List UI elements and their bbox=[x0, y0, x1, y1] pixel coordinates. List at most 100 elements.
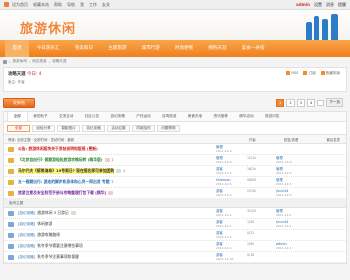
top-link-help[interactable]: 帮助 bbox=[54, 2, 62, 8]
filter-event[interactable]: 活动召集 bbox=[107, 124, 130, 132]
next-page-button[interactable]: 下一页 bbox=[326, 98, 343, 107]
thread-pages[interactable]: 2 bbox=[112, 180, 114, 184]
subscribe-link[interactable]: 订阅 bbox=[303, 71, 316, 76]
last-post-date: 2011-12-1 bbox=[276, 224, 292, 229]
thread-title[interactable]: 马尔代夫《醉美海岛》19号周日? 现在报名即可参加团购 bbox=[18, 168, 115, 174]
favorite-forum-link[interactable]: 收藏本版 bbox=[320, 71, 340, 76]
category-tabs: 全部 我的帖子 交流互动 社区公告 游记攻略 户外运动 自驾旅游 美食天地 资讯… bbox=[3, 111, 347, 122]
crumb-3[interactable]: 攻略天涯 bbox=[52, 59, 66, 64]
thread-date: 2011-12-6 bbox=[216, 160, 232, 165]
tab-qa[interactable]: 旅游问答 bbox=[259, 112, 285, 121]
thread-reply-count: 9/800 bbox=[247, 178, 257, 182]
crumb-2[interactable]: 网友旅游 bbox=[32, 59, 46, 64]
thread-separator: 版块主题 bbox=[4, 199, 346, 208]
thread-title[interactable]: 休闲旅游 bbox=[37, 221, 52, 227]
tab-notice[interactable]: 社区公告 bbox=[79, 112, 105, 121]
top-link-sethome[interactable]: 设为首页 bbox=[12, 2, 28, 8]
filter-help[interactable]: 问题帮助 bbox=[157, 124, 180, 132]
home-icon[interactable] bbox=[4, 2, 9, 7]
nav-today[interactable]: 今日游乐汇 bbox=[29, 40, 67, 57]
page-2[interactable]: 2 bbox=[286, 98, 295, 107]
tab-events[interactable]: 精华活动 bbox=[234, 112, 260, 121]
tab-food[interactable]: 美食天地 bbox=[182, 112, 208, 121]
thread-title[interactable]: 旅游注意及安全防范手册与攻略整理打包下载 [精华] bbox=[18, 190, 106, 196]
nav-horizon[interactable]: 拥抱天涯 bbox=[201, 40, 234, 57]
filter-share[interactable]: 经验分享 bbox=[32, 124, 55, 132]
pinned-thread-icon bbox=[8, 168, 14, 174]
thread-row[interactable]: 公告: 旅游休闲版块关于发帖说明和版规 (更新) 管理 2011-12-9 bbox=[4, 144, 346, 155]
forum-name: 攻略天涯 bbox=[8, 72, 26, 77]
thread-type-link[interactable]: [游记攻略] bbox=[18, 244, 35, 249]
thread-title[interactable]: 秋冬季节需要注意哪些事项 bbox=[37, 243, 83, 249]
tab-travelogue[interactable]: 游记攻略 bbox=[105, 112, 131, 121]
nav-city[interactable]: 城市行游 bbox=[134, 40, 167, 57]
top-messages-link[interactable]: 消息 bbox=[326, 2, 334, 8]
filter-photo[interactable]: 摄影图片 bbox=[57, 124, 80, 132]
page-jump-input[interactable] bbox=[317, 99, 325, 106]
top-link-me[interactable]: 我 bbox=[80, 2, 84, 8]
forum-info: 攻略天涯 今日: 4 版主: 作者 RSS 订阅 收藏本版 bbox=[3, 67, 347, 92]
thread-row[interactable]: [游记攻略] 秋冬季节注意事项和保健 游客 2011-11-30 0/18 bbox=[4, 252, 346, 263]
thread-type-link[interactable]: [游记攻略] bbox=[18, 222, 35, 227]
page-4[interactable]: 4 bbox=[306, 98, 316, 107]
thread-title[interactable]: 五一假期出行: 游走的脚步和身体和心灵一同出发 专题 bbox=[18, 179, 110, 185]
thread-row[interactable]: [游记攻略] 旅游攻略路线 游客 2011-12-1 0/22 bbox=[4, 230, 346, 241]
thread-date: 2011-12-9 bbox=[216, 149, 232, 154]
top-link-friends[interactable]: 友关 bbox=[102, 2, 110, 8]
page-3[interactable]: 3 bbox=[296, 98, 305, 107]
last-post-date: 2011-12-3 bbox=[276, 193, 292, 198]
tab-mine[interactable]: 我的帖子 bbox=[28, 112, 54, 121]
thread-title[interactable]: 《北京自由行》假期游轻松旅游攻略玩转 (精华版) bbox=[18, 157, 103, 163]
tab-interact[interactable]: 交流互动 bbox=[53, 112, 79, 121]
top-notice-link[interactable]: 提醒 bbox=[338, 2, 346, 8]
nav-fashion[interactable]: 时尚便民 bbox=[167, 40, 200, 57]
col-author: 作者 bbox=[248, 137, 256, 142]
nav-food[interactable]: 美食一条街 bbox=[234, 40, 272, 57]
thread-title[interactable]: 公告: 旅游休闲版块关于发帖说明和版规 (更新) bbox=[18, 146, 98, 152]
site-logo[interactable]: 旅游休闲 bbox=[20, 18, 76, 37]
thread-row[interactable]: 《北京自由行》假期游轻松旅游攻略玩转 (精华版) 2 管理 2011-12-6 12/1… bbox=[4, 155, 346, 166]
thread-type-link[interactable]: [游记攻略] bbox=[18, 255, 35, 260]
page-1[interactable]: 1 bbox=[276, 98, 285, 107]
top-link-work[interactable]: 工作 bbox=[89, 2, 97, 8]
filter-buddy[interactable]: 同城结伴 bbox=[132, 124, 155, 132]
top-link-nav[interactable]: 导航 bbox=[67, 2, 75, 8]
filter-all[interactable]: 全部 bbox=[7, 124, 30, 132]
thread-reply-count: 22/3k bbox=[247, 189, 257, 193]
top-link-favorite[interactable]: 收藏本站 bbox=[33, 2, 49, 8]
thread-pages[interactable]: 2 bbox=[123, 169, 125, 173]
action-row: 发新帖 1 2 3 4 下一页 bbox=[3, 94, 347, 111]
thread-row[interactable]: [游记攻略] 休闲旅游 游客 2011-12-1 1/40 jisun34 2011-12-… bbox=[4, 219, 346, 230]
tab-all[interactable]: 全部 bbox=[7, 111, 28, 121]
list-filter-options[interactable]: 筛选: 全部主题 · 全部时间 · 发帖时间 · 最新 bbox=[8, 137, 74, 142]
thread-row[interactable]: 旅游注意及安全防范手册与攻略整理打包下载 [精华] 游客 2011-12-3 22/3… bbox=[4, 188, 346, 199]
thread-date: 2011-12-3 bbox=[216, 193, 232, 198]
thread-title[interactable]: 旅游休闲 3 日游记 bbox=[37, 210, 68, 216]
subscribe-icon bbox=[303, 71, 308, 75]
filter-guide[interactable]: 游记攻略 bbox=[82, 124, 105, 132]
new-post-button[interactable]: 发新帖 bbox=[3, 97, 35, 108]
thread-type-link[interactable]: [游记攻略] bbox=[18, 233, 35, 238]
thread-title[interactable]: 秋冬季节注意事项和保健 bbox=[37, 254, 79, 260]
username[interactable]: admin bbox=[296, 2, 310, 7]
rss-link[interactable]: RSS bbox=[286, 71, 298, 76]
top-settings-link[interactable]: 设置 bbox=[314, 2, 322, 8]
nav-holiday[interactable]: 完美假日 bbox=[67, 40, 100, 57]
crumb-1[interactable]: 旅游休闲 bbox=[12, 59, 26, 64]
tab-outdoor[interactable]: 户外运动 bbox=[131, 112, 157, 121]
home-icon[interactable] bbox=[3, 59, 7, 64]
thread-row[interactable]: [游记攻略] 旅游休闲 3 日游记 游客 2011-12-1 3/125 管理 2011-1… bbox=[4, 208, 346, 219]
col-last-post: 最后发表 bbox=[326, 137, 340, 142]
nav-home[interactable]: 首页 bbox=[5, 40, 30, 57]
tab-selfdrive[interactable]: 自驾旅游 bbox=[156, 112, 182, 121]
thread-row[interactable]: [游记攻略] 秋冬季节需要注意哪些事项 游客 2011-12-1 2/60 admin 20… bbox=[4, 241, 346, 252]
tab-news[interactable]: 资讯推荐 bbox=[208, 112, 234, 121]
thread-pages[interactable]: 2 bbox=[112, 158, 114, 162]
nav-theme[interactable]: 主题旅游 bbox=[101, 40, 134, 57]
thread-type-link[interactable]: [游记攻略] bbox=[18, 211, 35, 216]
thread-title[interactable]: 旅游攻略路线 bbox=[37, 232, 60, 238]
thread-row[interactable]: 马尔代夫《醉美海岛》19号周日? 现在报名即可参加团购 2 游客 2011-12-5 1… bbox=[4, 166, 346, 177]
rss-icon bbox=[286, 71, 291, 75]
thread-row[interactable]: 五一假期出行: 游走的脚步和身体和心灵一同出发 专题 2 hikeman 2011-1… bbox=[4, 177, 346, 188]
attachment-icon bbox=[116, 169, 122, 173]
